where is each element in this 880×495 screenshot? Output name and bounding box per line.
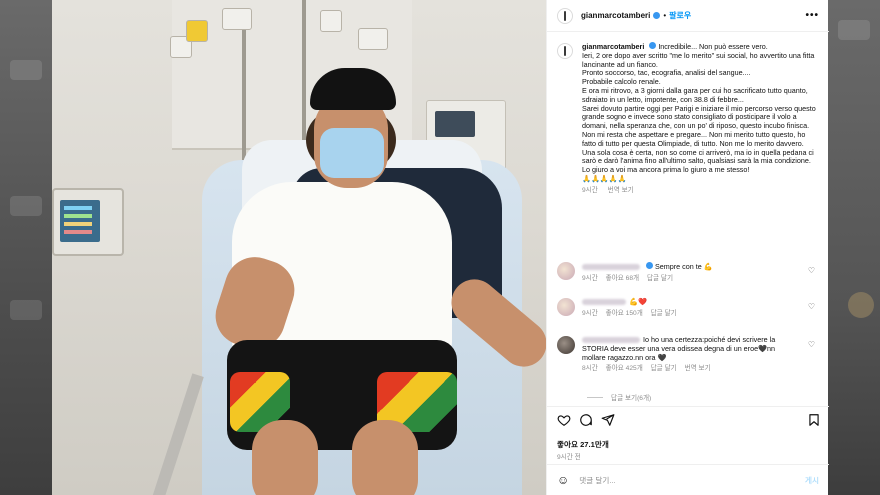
- post-actions: 좋아요 27.1만개 9시간 전: [547, 406, 829, 464]
- caption-meta: 9시간 번역 보기: [582, 187, 818, 196]
- wall-outlet: [320, 10, 342, 32]
- comment-bar: ☺ 댓글 달기... 게시: [547, 464, 829, 495]
- gas-valve: [186, 20, 208, 42]
- post-comment-button[interactable]: 게시: [805, 475, 819, 486]
- comment-item: Io ho una certezza:poiché devi scrivere …: [557, 335, 819, 374]
- view-replies[interactable]: 답글 보기(6개): [587, 392, 651, 402]
- comment-likes[interactable]: 좋아요 150개: [606, 310, 643, 317]
- comment-likes[interactable]: 좋아요 68개: [606, 275, 639, 282]
- avatar[interactable]: [557, 7, 573, 24]
- comment-body: 💪❤️ 9시간 좋아요 150개 답글 달기: [582, 297, 798, 319]
- verified-badge-icon: [653, 12, 661, 19]
- reply-link[interactable]: 답글 달기: [651, 365, 677, 372]
- likes-count[interactable]: 좋아요 27.1만개: [557, 439, 609, 450]
- commenter-avatar[interactable]: [557, 298, 575, 316]
- avatar[interactable]: [557, 43, 573, 59]
- background-avatar: [848, 292, 874, 318]
- caption-username[interactable]: gianmarcotamberi: [582, 42, 644, 51]
- comment-likes[interactable]: 좋아요 425개: [606, 365, 643, 372]
- comment-text: Sempre con te 💪: [655, 262, 713, 271]
- follow-button[interactable]: 팔로우: [669, 10, 691, 21]
- comment-item: 💪❤️ 9시간 좋아요 150개 답글 달기 ♡: [557, 297, 819, 319]
- heart-outline-icon[interactable]: [557, 413, 571, 427]
- caption-emoji: 🙏🙏🙏🙏🙏: [582, 173, 627, 183]
- comment-like-icon[interactable]: ♡: [808, 302, 815, 311]
- comment-item: Sempre con te 💪 9시간 좋아요 68개 답글 달기 ♡: [557, 262, 819, 284]
- verified-badge-icon: [649, 42, 657, 49]
- comment-body: Sempre con te 💪 9시간 좋아요 68개 답글 달기: [582, 262, 798, 284]
- patient-monitor: [52, 188, 124, 256]
- comment-like-icon[interactable]: ♡: [808, 266, 815, 275]
- comment-input[interactable]: 댓글 달기...: [579, 475, 805, 486]
- comment-time: 9시간: [582, 309, 598, 317]
- caption-text: gianmarcotamberi Incredibile... Non può …: [582, 42, 818, 175]
- post-photo[interactable]: [52, 0, 546, 495]
- replies-divider: [587, 396, 603, 398]
- wall-outlet: [222, 8, 252, 30]
- commenter-avatar[interactable]: [557, 262, 575, 280]
- reply-link[interactable]: 답글 달기: [651, 310, 677, 317]
- backdrop-left: [0, 0, 52, 495]
- background-icon: [838, 20, 870, 40]
- post-panel: gianmarcotamberi • 팔로우 ••• gianmarcotamb…: [546, 0, 829, 495]
- reply-link[interactable]: 답글 달기: [647, 275, 673, 282]
- comment-time: 9시간: [582, 274, 598, 282]
- emoji-icon[interactable]: ☺: [557, 473, 569, 487]
- caption-content: Incredibile... Non può essere vero. Ieri…: [582, 42, 816, 175]
- commenter-username[interactable]: [582, 299, 626, 306]
- comment-bubble-icon[interactable]: [579, 413, 593, 427]
- face-mask: [320, 128, 384, 178]
- translate-link[interactable]: 번역 보기: [608, 187, 634, 194]
- verified-badge-icon: [646, 262, 653, 269]
- view-replies-label[interactable]: 답글 보기(6개): [611, 392, 651, 402]
- comment-text: 💪❤️: [629, 297, 647, 306]
- background-icon: [10, 196, 42, 216]
- caption-time: 9시간: [582, 186, 598, 194]
- username-link[interactable]: gianmarcotamberi: [581, 11, 650, 20]
- comment-body: Io ho una certezza:poiché devi scrivere …: [582, 335, 798, 374]
- caption: gianmarcotamberi Incredibile... Non può …: [557, 42, 819, 196]
- bookmark-icon[interactable]: [807, 413, 821, 427]
- comment-like-icon[interactable]: ♡: [808, 340, 815, 349]
- backdrop-right: [828, 0, 880, 495]
- tube: [302, 0, 306, 150]
- comment-time: 8시간: [582, 365, 598, 373]
- background-icon: [10, 300, 42, 320]
- translate-link[interactable]: 번역 보기: [685, 365, 711, 372]
- comment-meta: 9시간 좋아요 68개 답글 달기: [582, 275, 798, 284]
- separator: •: [663, 11, 667, 20]
- caption-body: gianmarcotamberi Incredibile... Non può …: [582, 42, 818, 196]
- comment-meta: 9시간 좋아요 150개 답글 달기: [582, 310, 798, 319]
- post-time: 9시간 전: [557, 454, 581, 461]
- commenter-username[interactable]: [582, 337, 640, 344]
- paper-plane-icon[interactable]: [601, 413, 615, 427]
- more-options-icon[interactable]: •••: [805, 10, 819, 21]
- leg: [252, 420, 318, 495]
- comment-meta: 8시간 좋아요 425개 답글 달기 번역 보기: [582, 365, 798, 374]
- commenter-username[interactable]: [582, 264, 640, 271]
- commenter-avatar[interactable]: [557, 336, 575, 354]
- post-header: gianmarcotamberi • 팔로우 •••: [547, 0, 829, 32]
- wall-outlet: [358, 28, 388, 50]
- leg: [352, 420, 418, 495]
- background-icon: [10, 60, 42, 80]
